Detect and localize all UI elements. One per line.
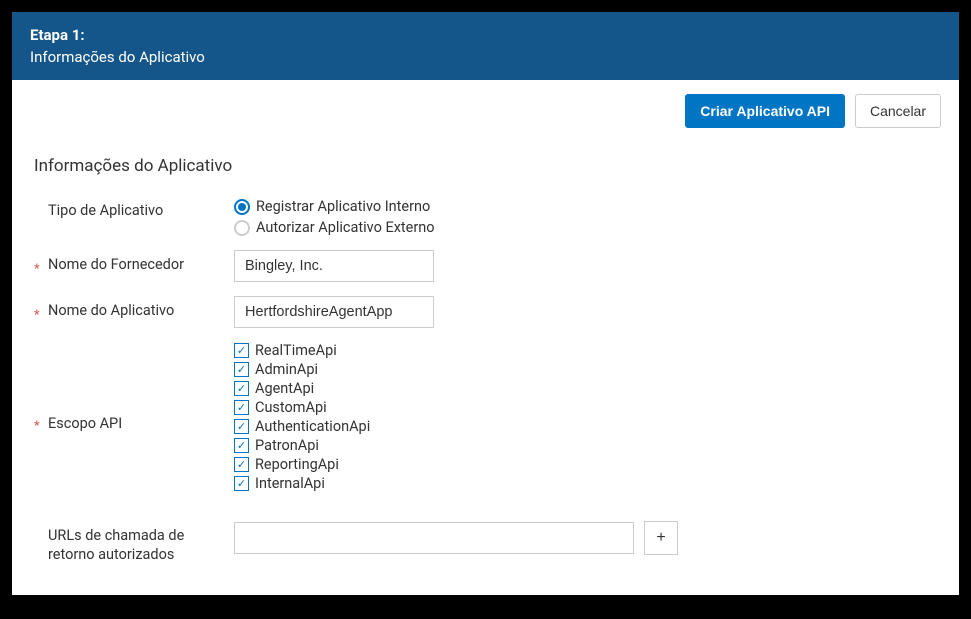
app-type-row: Tipo de Aplicativo Registrar Aplicativo …: [34, 196, 937, 236]
check-icon: ✓: [234, 457, 249, 472]
api-scope-control: ✓ RealTimeApi ✓ AdminApi ✓ AgentApi ✓ Cu…: [234, 342, 937, 492]
radio-external[interactable]: Autorizar Aplicativo Externo: [234, 219, 937, 236]
required-marker: *: [34, 413, 48, 436]
radio-icon: [234, 220, 250, 236]
api-scope-label: * Escopo API: [34, 342, 234, 507]
callback-url-input-row: +: [234, 521, 937, 555]
checkbox-label: AdminApi: [255, 361, 318, 378]
radio-internal-label: Registrar Aplicativo Interno: [256, 198, 430, 215]
app-name-label-text: Nome do Aplicativo: [48, 302, 234, 321]
required-marker: [34, 527, 48, 533]
app-name-control: [234, 296, 937, 328]
checkbox-label: PatronApi: [255, 437, 319, 454]
app-name-label: * Nome do Aplicativo: [34, 296, 234, 325]
checkbox-label: AuthenticationApi: [255, 418, 370, 435]
check-icon: ✓: [234, 400, 249, 415]
check-icon: ✓: [234, 362, 249, 377]
checkbox-agentapi[interactable]: ✓ AgentApi: [234, 380, 937, 397]
checkbox-patronapi[interactable]: ✓ PatronApi: [234, 437, 937, 454]
app-type-label-text: Tipo de Aplicativo: [48, 202, 234, 221]
callback-urls-row: URLs de chamada de retorno autorizados +: [34, 521, 937, 565]
app-type-label: Tipo de Aplicativo: [34, 196, 234, 221]
required-marker: [34, 202, 48, 208]
check-icon: ✓: [234, 476, 249, 491]
app-name-input[interactable]: [234, 296, 434, 328]
radio-icon: [234, 199, 250, 215]
app-name-row: * Nome do Aplicativo: [34, 296, 937, 328]
radio-internal[interactable]: Registrar Aplicativo Interno: [234, 198, 937, 215]
checkbox-reportingapi[interactable]: ✓ ReportingApi: [234, 456, 937, 473]
checkbox-authenticationapi[interactable]: ✓ AuthenticationApi: [234, 418, 937, 435]
checkbox-label: RealTimeApi: [255, 342, 337, 359]
radio-external-label: Autorizar Aplicativo Externo: [256, 219, 435, 236]
check-icon: ✓: [234, 419, 249, 434]
dialog-header: Etapa 1: Informações do Aplicativo: [12, 12, 959, 80]
form-area: Tipo de Aplicativo Registrar Aplicativo …: [12, 186, 959, 579]
checkbox-realtimeapi[interactable]: ✓ RealTimeApi: [234, 342, 937, 359]
vendor-name-control: [234, 250, 937, 282]
cancel-button[interactable]: Cancelar: [855, 94, 941, 128]
check-icon: ✓: [234, 381, 249, 396]
add-url-button[interactable]: +: [644, 521, 678, 555]
section-title: Informações do Aplicativo: [12, 138, 959, 186]
checkbox-label: InternalApi: [255, 475, 325, 492]
api-scope-checkbox-group: ✓ RealTimeApi ✓ AdminApi ✓ AgentApi ✓ Cu…: [234, 342, 937, 492]
checkbox-label: CustomApi: [255, 399, 327, 416]
checkbox-label: AgentApi: [255, 380, 314, 397]
check-icon: ✓: [234, 343, 249, 358]
step-subtitle: Informações do Aplicativo: [30, 48, 941, 66]
create-api-app-button[interactable]: Criar Aplicativo API: [685, 94, 845, 128]
callback-urls-label: URLs de chamada de retorno autorizados: [34, 521, 234, 565]
checkbox-adminapi[interactable]: ✓ AdminApi: [234, 361, 937, 378]
vendor-name-input[interactable]: [234, 250, 434, 282]
api-scope-row: * Escopo API ✓ RealTimeApi ✓ AdminApi ✓ …: [34, 342, 937, 507]
required-marker: *: [34, 256, 48, 279]
action-bar: Criar Aplicativo API Cancelar: [12, 80, 959, 138]
vendor-name-label-text: Nome do Fornecedor: [48, 256, 234, 275]
callback-urls-control: +: [234, 521, 937, 555]
required-marker: *: [34, 302, 48, 325]
checkbox-customapi[interactable]: ✓ CustomApi: [234, 399, 937, 416]
checkbox-internalapi[interactable]: ✓ InternalApi: [234, 475, 937, 492]
checkbox-label: ReportingApi: [255, 456, 339, 473]
check-icon: ✓: [234, 438, 249, 453]
api-scope-label-text: Escopo API: [48, 415, 234, 434]
callback-url-input[interactable]: [234, 522, 634, 554]
app-type-radio-group: Registrar Aplicativo Interno Autorizar A…: [234, 196, 937, 236]
vendor-name-label: * Nome do Fornecedor: [34, 250, 234, 279]
callback-urls-label-text: URLs de chamada de retorno autorizados: [48, 527, 234, 565]
app-type-control: Registrar Aplicativo Interno Autorizar A…: [234, 196, 937, 236]
dialog-container: Etapa 1: Informações do Aplicativo Criar…: [12, 12, 959, 595]
step-label: Etapa 1:: [30, 26, 941, 44]
vendor-name-row: * Nome do Fornecedor: [34, 250, 937, 282]
